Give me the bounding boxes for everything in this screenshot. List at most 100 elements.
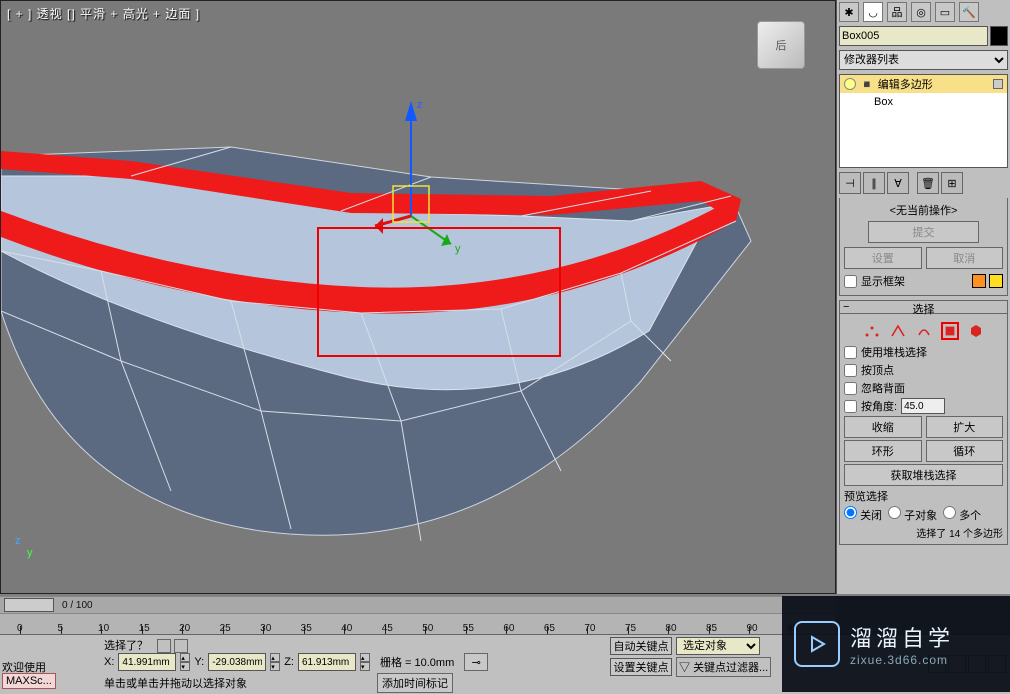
minus-icon: − <box>843 301 849 313</box>
preview-sub-radio[interactable]: 子对象 <box>888 506 937 523</box>
timeline-tick-label: 15 <box>139 623 150 634</box>
element-level-button[interactable] <box>967 322 985 340</box>
auto-key-button[interactable]: 自动关键点 <box>610 637 672 655</box>
get-stack-selection-button[interactable]: 获取堆栈选择 <box>844 464 1003 486</box>
preview-off-radio[interactable]: 关闭 <box>844 506 882 523</box>
tab-display[interactable]: ▭ <box>935 2 955 22</box>
spinner-down-icon[interactable]: ▾ <box>360 662 370 671</box>
object-color-swatch[interactable] <box>990 26 1008 46</box>
filter-funnel-icon: ▽ <box>679 662 690 674</box>
timeline-ruler[interactable]: 05101520253035404550556065707580859095 <box>0 613 836 634</box>
make-unique-button[interactable]: ∀ <box>887 172 909 194</box>
viewcube[interactable]: 后 <box>757 21 805 69</box>
show-cage-label: 显示框架 <box>861 273 905 289</box>
stack-i-icon: ∥ <box>871 177 877 190</box>
cage-color-1[interactable] <box>972 274 986 288</box>
command-panel-tabs: ✱ ◡ 品 ◎ ▭ 🔨 <box>837 0 1010 24</box>
grow-button[interactable]: 扩大 <box>926 416 1004 438</box>
add-key-button[interactable]: ⊸ <box>464 653 488 671</box>
y-label: Y: <box>194 656 204 668</box>
timeline-tick-label: 70 <box>584 623 595 634</box>
z-coord-input[interactable] <box>298 653 356 671</box>
model-mesh[interactable]: z y <box>1 1 837 595</box>
by-angle-value[interactable] <box>901 398 945 414</box>
loop-button[interactable]: 循环 <box>926 440 1004 462</box>
trash-icon: 🗑 <box>921 177 935 190</box>
edge-level-button[interactable] <box>889 322 907 340</box>
grid-readout: 栅格 = 10.0mm <box>380 654 454 670</box>
end-result-toggle-icon[interactable] <box>993 79 1003 89</box>
remove-modifier-button[interactable]: 🗑 <box>917 172 939 194</box>
vertex-level-button[interactable] <box>863 322 881 340</box>
use-stack-selection-checkbox[interactable] <box>844 346 857 359</box>
timeline-tick-label: 55 <box>463 623 474 634</box>
add-time-tag-button[interactable]: 添加时间标记 <box>377 673 453 693</box>
shrink-button[interactable]: 收缩 <box>844 416 922 438</box>
timeline-tick-label: 40 <box>341 623 352 634</box>
svg-text:y: y <box>455 243 461 255</box>
cage-color-2[interactable] <box>989 274 1003 288</box>
viewport[interactable]: [ + ] 透视 [] 平滑 + 高光 + 边面 ] <box>0 0 836 594</box>
show-end-result-button[interactable]: ∥ <box>863 172 885 194</box>
watermark-overlay: 溜溜自学 zixue.3d66.com <box>782 596 1010 692</box>
by-angle-checkbox[interactable] <box>844 400 857 413</box>
set-key-button[interactable]: 设置关键点 <box>610 658 672 676</box>
tab-create[interactable]: ✱ <box>839 2 859 22</box>
selection-set-button[interactable] <box>174 639 188 653</box>
timeline-tick-label: 60 <box>503 623 514 634</box>
command-panel: ✱ ◡ 品 ◎ ▭ 🔨 修改器列表 ◾ 编辑多边形 Bo <box>836 0 1010 594</box>
no-operation-label: <无当前操作> <box>844 202 1003 218</box>
rollout-selection-header[interactable]: − 选择 <box>839 300 1008 314</box>
svg-text:z: z <box>417 99 423 111</box>
z-label: Z: <box>284 656 294 668</box>
spinner-down-icon[interactable]: ▾ <box>180 662 190 671</box>
modifier-list-dropdown[interactable]: 修改器列表 <box>839 50 1008 70</box>
spinner-up-icon[interactable]: ▴ <box>270 653 280 662</box>
by-vertex-label: 按顶点 <box>861 362 894 378</box>
rollout-selection: − 选择 使用堆栈选择 按顶点 忽略背面 按角度: <box>839 300 1008 545</box>
selection-lock-button[interactable] <box>157 639 171 653</box>
tab-utilities[interactable]: 🔨 <box>959 2 979 22</box>
time-slider[interactable]: 0 / 100 05101520253035404550556065707580… <box>0 596 836 634</box>
border-level-button[interactable] <box>915 322 933 340</box>
modifier-stack[interactable]: ◾ 编辑多边形 Box <box>839 74 1008 168</box>
spinner-up-icon[interactable]: ▴ <box>360 653 370 662</box>
polygon-level-button[interactable] <box>941 322 959 340</box>
time-slider-thumb[interactable] <box>4 598 54 612</box>
y-coord-input[interactable] <box>208 653 266 671</box>
pin-stack-button[interactable]: ⊣ <box>839 172 861 194</box>
lightbulb-icon[interactable] <box>844 78 856 90</box>
stack-item-edit-poly[interactable]: ◾ 编辑多边形 <box>840 75 1007 93</box>
spinner-up-icon[interactable]: ▴ <box>180 653 190 662</box>
settings-button[interactable]: 设置 <box>844 247 922 269</box>
stack-item-box[interactable]: Box <box>840 93 1007 111</box>
viewcube-face-label: 后 <box>776 37 787 53</box>
selection-info-label: 选择了？ <box>104 640 148 652</box>
hammer-icon: 🔨 <box>962 6 976 19</box>
selection-count-label: 选择了 14 个多边形 <box>844 525 1003 540</box>
tab-modify[interactable]: ◡ <box>863 2 883 22</box>
key-small-icon: ⊸ <box>472 656 481 669</box>
key-filters-button[interactable]: ▽ 关键点过滤器... <box>676 657 771 677</box>
tab-motion[interactable]: ◎ <box>911 2 931 22</box>
expand-icon[interactable]: ◾ <box>860 78 874 91</box>
timeline-tick-label: 30 <box>260 623 271 634</box>
ring-button[interactable]: 环形 <box>844 440 922 462</box>
watermark-brand: 溜溜自学 <box>850 621 954 653</box>
timeline-tick-label: 10 <box>98 623 109 634</box>
stack-item-label: 编辑多边形 <box>878 76 933 92</box>
ignore-backfacing-checkbox[interactable] <box>844 382 857 395</box>
configure-sets-button[interactable]: ⊞ <box>941 172 963 194</box>
commit-button[interactable]: 提交 <box>868 221 979 243</box>
x-coord-input[interactable] <box>118 653 176 671</box>
cancel-button[interactable]: 取消 <box>926 247 1004 269</box>
spinner-down-icon[interactable]: ▾ <box>270 662 280 671</box>
tab-hierarchy[interactable]: 品 <box>887 2 907 22</box>
object-name-field[interactable] <box>839 26 988 46</box>
show-cage-checkbox[interactable] <box>844 275 857 288</box>
preview-multi-radio[interactable]: 多个 <box>943 506 981 523</box>
key-target-dropdown[interactable]: 选定对象 <box>676 637 760 655</box>
by-vertex-checkbox[interactable] <box>844 364 857 377</box>
timeline-tick-label: 75 <box>625 623 636 634</box>
timeline-tick-label: 20 <box>179 623 190 634</box>
